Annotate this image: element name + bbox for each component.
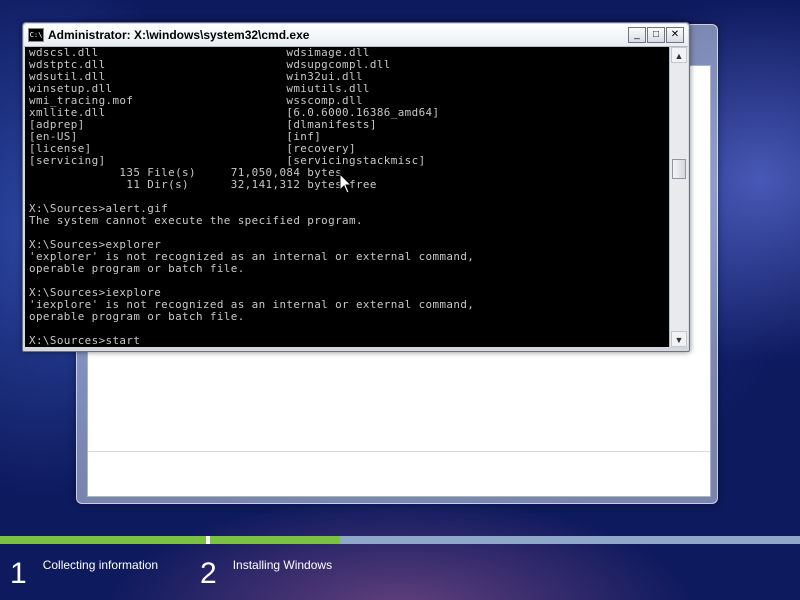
vertical-scrollbar[interactable]: ▲ ▼: [669, 47, 688, 347]
step-label: Installing Windows: [232, 558, 333, 572]
console-output[interactable]: wdscsl.dll wdsimage.dll wdstptc.dll wdsu…: [25, 47, 669, 347]
progress-segment-2: [210, 536, 800, 544]
console-text: wdscsl.dll wdsimage.dll wdstptc.dll wdsu…: [29, 47, 475, 347]
step-installing-windows: 2 Installing Windows: [200, 548, 332, 592]
close-button[interactable]: ✕: [666, 27, 684, 43]
scroll-up-arrow-icon[interactable]: ▲: [671, 47, 687, 63]
cmd-window[interactable]: C:\ Administrator: X:\windows\system32\c…: [22, 22, 690, 352]
setup-steps: 1 Collecting information 2 Installing Wi…: [0, 548, 800, 600]
setup-progress-bar: [0, 536, 800, 544]
scroll-down-arrow-icon[interactable]: ▼: [671, 331, 687, 347]
step-label: Collecting information: [42, 558, 159, 572]
progress-segment-1: [0, 536, 206, 544]
mouse-pointer-icon: [339, 173, 353, 194]
window-title: Administrator: X:\windows\system32\cmd.e…: [48, 28, 310, 42]
step-collecting-information: 1 Collecting information: [10, 548, 158, 592]
step-number: 2: [200, 557, 217, 590]
step-number: 1: [10, 557, 27, 590]
scroll-thumb[interactable]: [672, 159, 686, 179]
maximize-button[interactable]: □: [647, 27, 665, 43]
minimize-button[interactable]: _: [628, 27, 646, 43]
cmd-titlebar[interactable]: C:\ Administrator: X:\windows\system32\c…: [24, 24, 688, 47]
setup-footer: [88, 451, 710, 496]
command-prompt-icon: C:\: [28, 28, 44, 42]
